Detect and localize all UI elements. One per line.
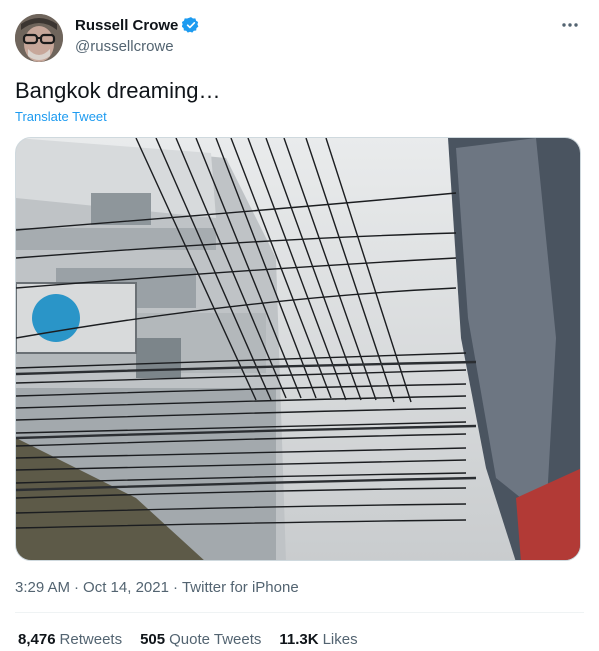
tweet-photo[interactable] [15,137,581,561]
tweet-stats: 8,476 Retweets 505 Quote Tweets 11.3K Likes [18,631,358,648]
quote-tweets-stat[interactable]: 505 Quote Tweets [140,631,261,648]
retweets-stat[interactable]: 8,476 Retweets [18,631,122,648]
author-name-row[interactable]: Russell Crowe [75,16,200,34]
tweet-time[interactable]: 3:29 AM [15,579,70,596]
likes-label: Likes [322,631,358,648]
meta-separator: · [172,579,178,596]
author-display-name[interactable]: Russell Crowe [75,17,178,34]
tweet-text: Bangkok dreaming… [15,78,221,103]
tweet-metadata: 3:29 AM · Oct 14, 2021 · Twitter for iPh… [15,579,299,596]
quote-tweets-label: Quote Tweets [169,631,262,648]
more-horizontal-icon[interactable] [559,16,581,34]
likes-stat[interactable]: 11.3K Likes [279,631,357,648]
retweets-count: 8,476 [18,631,56,648]
translate-tweet-link[interactable]: Translate Tweet [15,109,107,124]
quote-tweets-count: 505 [140,631,166,648]
verified-badge-icon [182,16,200,34]
author-handle[interactable]: @russellcrowe [75,38,174,55]
meta-separator: · [74,579,80,596]
likes-count: 11.3K [279,631,319,648]
avatar[interactable] [15,14,63,62]
tweet-date[interactable]: Oct 14, 2021 [83,579,169,596]
retweets-label: Retweets [59,631,123,648]
tweet-source[interactable]: Twitter for iPhone [182,579,299,596]
divider [15,612,584,613]
tweet: Russell Crowe @russellcrowe Bangkok drea… [0,0,599,651]
